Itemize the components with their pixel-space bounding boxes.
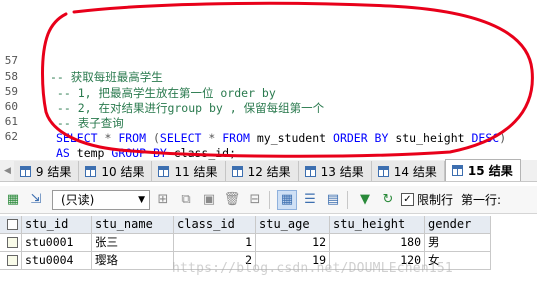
sql-statement: SELECT * FROM (SELECT * FROM my_student …	[56, 130, 506, 146]
tab-result-14[interactable]: 14 结果	[371, 161, 445, 181]
insert-row-icon[interactable]: ⊞	[153, 190, 173, 210]
tab-result-9[interactable]: 9 结果	[13, 161, 80, 181]
sql-keyword: FROM	[118, 131, 147, 145]
sql-keyword: DESC	[471, 131, 500, 145]
sql-statement: AS temp GROUP BY class_id;	[56, 145, 236, 161]
result-grid-icon	[158, 165, 170, 177]
code-line: 62 AS temp GROUP BY class_id;	[0, 113, 537, 160]
sql-identifier: stu_height	[388, 131, 472, 145]
sql-keyword: ORDER BY	[333, 131, 389, 145]
cancel-icon[interactable]: ⊟	[245, 190, 265, 210]
sql-token: )	[499, 131, 507, 145]
form-view-icon[interactable]: ☰	[300, 190, 320, 210]
cell-class-id[interactable]: 1	[174, 234, 256, 252]
sql-keyword: GROUP BY	[111, 146, 167, 160]
result-grid-icon	[19, 165, 31, 177]
result-grid-icon	[231, 165, 243, 177]
result-grid-icon	[451, 165, 463, 176]
row-checkbox[interactable]	[7, 237, 18, 248]
filter-icon[interactable]: ▼	[355, 190, 375, 210]
table-row[interactable]: stu0001 张三 1 12 180 男	[0, 234, 491, 252]
code-line: 59 -- 2, 在对结果进行group by , 保留每组第一个	[0, 68, 537, 115]
cell-stu-id[interactable]: stu0001	[22, 234, 92, 252]
cell-stu-name[interactable]: 璎珞	[92, 252, 174, 270]
select-all-checkbox[interactable]	[7, 219, 18, 230]
code-line: 57 -- 获取每班最高学生	[0, 37, 537, 84]
sql-keyword: FROM	[222, 131, 250, 145]
sql-identifier: class_id;	[166, 146, 237, 160]
tab-label: 11 结果	[174, 164, 218, 179]
limit-rows-label: 限制行	[417, 193, 454, 207]
duplicate-row-icon[interactable]: ⧉	[176, 190, 196, 210]
result-grid[interactable]: stu_id stu_name class_id stu_age stu_hei…	[0, 216, 537, 290]
tab-result-12[interactable]: 12 结果	[225, 161, 299, 181]
tab-label: 10 结果	[101, 164, 145, 179]
toolbar-divider	[269, 190, 270, 209]
add-row-icon[interactable]: ▦	[3, 190, 23, 210]
tab-result-10[interactable]: 10 结果	[79, 161, 153, 181]
row-select-cell[interactable]	[0, 234, 22, 252]
tab-label: 13 结果	[320, 164, 364, 179]
code-line: 58 -- 1, 把最高学生放在第一位 order by	[0, 53, 537, 100]
result-mode-select[interactable]: (只读) ▼	[52, 189, 150, 210]
grid-header-row: stu_id stu_name class_id stu_age stu_hei…	[0, 216, 491, 234]
column-header-stu-height[interactable]: stu_height	[330, 216, 425, 234]
sql-keyword: SELECT	[159, 131, 202, 145]
sql-identifier: temp	[69, 146, 112, 160]
tab-scroll-left-icon[interactable]: ◀	[0, 161, 14, 181]
select-value: (只读)	[61, 193, 95, 207]
result-tab-strip: ◀ 9 结果 10 结果 11 结果 12 结果 13 结果 14 结果 15 …	[0, 159, 537, 182]
sql-token: *	[201, 131, 223, 145]
watermark: https://blog.csdn.net/DOUMLEchen151	[172, 261, 453, 276]
code-line: 60 -- 表子查询	[0, 83, 537, 130]
column-header-gender[interactable]: gender	[425, 216, 491, 234]
tab-result-13[interactable]: 13 结果	[298, 161, 372, 181]
limit-rows-checkbox[interactable]: ✓	[401, 193, 414, 206]
text-view-icon[interactable]: ▤	[323, 190, 343, 210]
code-line: 61 SELECT * FROM (SELECT * FROM my_stude…	[0, 98, 537, 145]
sql-token: (	[146, 131, 160, 145]
tab-result-15[interactable]: 15 结果	[444, 159, 521, 181]
save-icon[interactable]: ▣	[199, 190, 219, 210]
delete-icon[interactable]: 🗑	[222, 190, 242, 210]
tab-label: 14 结果	[393, 164, 437, 179]
result-grid-icon	[85, 165, 97, 177]
cell-stu-name[interactable]: 张三	[92, 234, 174, 252]
tab-label: 12 结果	[247, 164, 291, 179]
toolbar-divider	[347, 190, 348, 209]
sql-keyword: AS	[56, 146, 70, 160]
sql-keyword: SELECT	[56, 131, 98, 145]
line-number: 62	[4, 130, 18, 143]
result-grid-icon	[304, 165, 316, 177]
sql-editor[interactable]: 57 -- 获取每班最高学生 58 -- 1, 把最高学生放在第一位 order…	[0, 0, 537, 160]
cell-stu-age[interactable]: 12	[256, 234, 330, 252]
result-toolbar: ▦ ⇲ (只读) ▼ ⊞ ⧉ ▣ 🗑 ⊟ ▦ ☰ ▤ ▼ ↻ ✓ 限制行 第一行…	[0, 186, 537, 214]
grid-view-icon[interactable]: ▦	[277, 189, 297, 210]
sql-token: *	[97, 131, 119, 145]
refresh-icon[interactable]: ↻	[378, 190, 398, 210]
row-select-cell[interactable]	[0, 252, 22, 270]
column-header-class-id[interactable]: class_id	[174, 216, 256, 234]
cell-gender[interactable]: 男	[425, 234, 491, 252]
column-header-stu-id[interactable]: stu_id	[22, 216, 92, 234]
cell-stu-height[interactable]: 180	[330, 234, 425, 252]
result-grid-icon	[377, 165, 389, 177]
tab-result-11[interactable]: 11 结果	[152, 161, 226, 181]
sql-identifier: my_student	[249, 131, 334, 145]
row-checkbox[interactable]	[7, 255, 18, 266]
column-header-stu-age[interactable]: stu_age	[256, 216, 330, 234]
column-header-stu-name[interactable]: stu_name	[92, 216, 174, 234]
export-icon[interactable]: ⇲	[26, 190, 46, 210]
tab-label: 9 结果	[35, 164, 72, 179]
select-all-cell[interactable]	[0, 216, 22, 234]
first-row-label: 第一行:	[461, 193, 502, 207]
cell-stu-id[interactable]: stu0004	[22, 252, 92, 270]
chevron-down-icon: ▼	[138, 194, 145, 205]
tab-label: 15 结果	[467, 164, 513, 178]
